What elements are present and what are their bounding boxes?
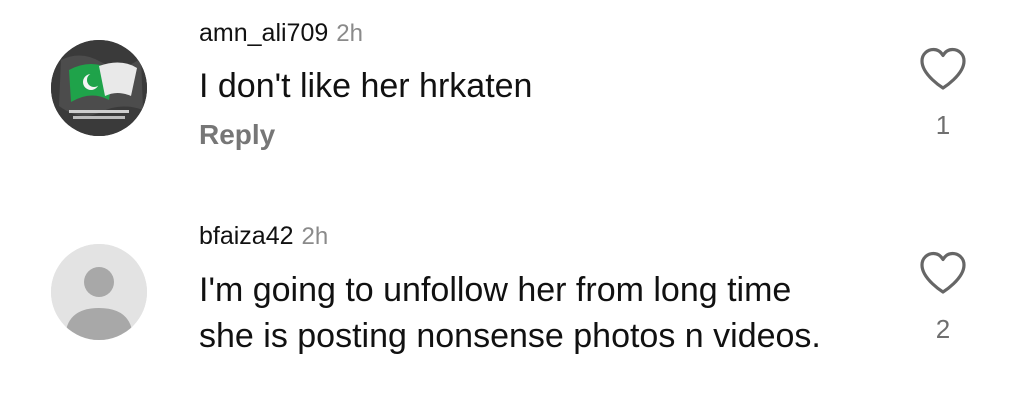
- comment-text: I'm going to unfollow her from long time…: [199, 271, 821, 355]
- like-count: 1: [935, 110, 951, 140]
- like-control: 2: [916, 250, 970, 342]
- heart-icon[interactable]: [918, 46, 968, 92]
- heart-icon[interactable]: [918, 250, 968, 296]
- username-link[interactable]: bfaiza42: [199, 222, 294, 250]
- timestamp: 2h: [301, 223, 329, 250]
- comment-item: bfaiza42 2h I'm going to unfollow her fro…: [0, 200, 1024, 418]
- reply-button[interactable]: Reply: [199, 121, 275, 149]
- username-link[interactable]: amn_ali709: [199, 19, 328, 47]
- comment-meta: bfaiza42 2h: [199, 224, 328, 249]
- timestamp: 2h: [336, 20, 363, 47]
- user-avatar[interactable]: [51, 244, 147, 340]
- default-user-avatar-icon: [51, 244, 147, 340]
- flag-avatar-icon: [51, 40, 147, 136]
- comment-meta: amn_ali709 2h: [199, 21, 363, 46]
- comment-text: I don't like her hrkaten: [199, 67, 533, 105]
- user-avatar[interactable]: [51, 40, 147, 136]
- comment-item: amn_ali709 2h I don't like her hrkaten Re…: [0, 0, 1024, 200]
- like-count: 2: [935, 314, 951, 344]
- like-control: 1: [916, 46, 970, 138]
